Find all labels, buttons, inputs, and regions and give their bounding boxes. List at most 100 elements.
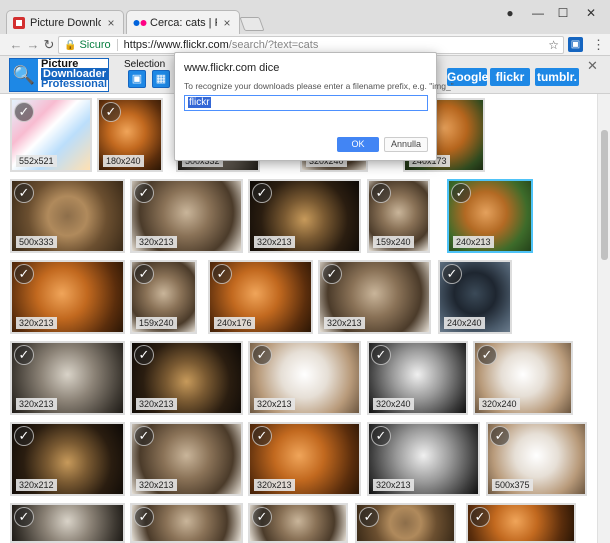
- tab-title: Picture Downloader Profe: [30, 16, 101, 29]
- select-checkmark-icon[interactable]: ✓: [14, 264, 34, 284]
- gallery-image-tile[interactable]: ✓ 320x213: [10, 341, 125, 415]
- gallery-image-tile[interactable]: ✓ 320x240: [473, 341, 573, 415]
- select-checkmark-icon[interactable]: ✓: [14, 183, 34, 203]
- gallery-image-tile[interactable]: ✓ 320x213: [10, 260, 125, 334]
- select-checkmark-icon[interactable]: ✓: [470, 507, 490, 527]
- url-path: /search/?text=cats: [228, 39, 319, 51]
- image-dimensions-label: 320x213: [136, 479, 177, 491]
- image-dimensions-label: 240x240: [444, 317, 485, 329]
- gallery-image-tile[interactable]: ✓ 320x213: [248, 422, 361, 496]
- select-checkmark-icon[interactable]: ✓: [371, 426, 391, 446]
- image-dimensions-label: 320x213: [16, 398, 57, 410]
- select-checkmark-icon[interactable]: ✓: [252, 507, 272, 527]
- bookmark-star-icon[interactable]: ☆: [548, 38, 559, 52]
- gallery-image-tile[interactable]: ✓ 500x333: [10, 179, 125, 253]
- back-arrow-icon[interactable]: ←: [8, 37, 24, 53]
- select-checkmark-icon[interactable]: ✓: [371, 183, 391, 203]
- select-checkmark-icon[interactable]: ✓: [101, 102, 121, 122]
- gallery-image-tile[interactable]: ✓: [130, 503, 243, 543]
- extension-close-icon[interactable]: ✕: [587, 58, 598, 74]
- select-checkmark-icon[interactable]: ✓: [134, 345, 154, 365]
- gallery-image-tile[interactable]: ✓ 320x240: [367, 341, 468, 415]
- picture-downloader-extension-icon[interactable]: ▣: [568, 37, 583, 52]
- select-checkmark-icon[interactable]: ✓: [490, 426, 510, 446]
- tab-strip: Picture Downloader Profe × Cerca: cats |…: [0, 0, 610, 34]
- gallery-image-tile[interactable]: ✓ 240x213: [447, 179, 533, 253]
- image-gallery: ✓552x521✓180x240✓500x332✓320x240✓240x173…: [0, 94, 597, 543]
- select-checkmark-icon[interactable]: ✓: [14, 102, 34, 122]
- tab-picture-downloader[interactable]: Picture Downloader Profe ×: [6, 10, 124, 34]
- maximize-icon[interactable]: ☐: [553, 5, 573, 21]
- gallery-image-tile[interactable]: ✓ 320x213: [318, 260, 431, 334]
- select-all-button[interactable]: ▣: [128, 70, 146, 88]
- reload-icon[interactable]: ↻: [41, 37, 57, 53]
- select-checkmark-icon[interactable]: ✓: [252, 183, 272, 203]
- flickr-service-button[interactable]: flickr: [490, 68, 530, 86]
- gallery-image-tile[interactable]: ✓ 500x375: [486, 422, 587, 496]
- gallery-image-tile[interactable]: ✓ 320x213: [367, 422, 480, 496]
- select-checkmark-icon[interactable]: ✓: [134, 264, 154, 284]
- select-checkmark-icon[interactable]: ✓: [14, 507, 34, 527]
- tab-title: Cerca: cats | Flickr: [150, 16, 217, 29]
- gallery-image-tile[interactable]: ✓: [466, 503, 576, 543]
- image-dimensions-label: 159x240: [136, 317, 177, 329]
- gallery-image-tile[interactable]: ✓ 159x240: [367, 179, 430, 253]
- vertical-scrollbar[interactable]: [597, 94, 610, 543]
- gallery-image-tile[interactable]: ✓: [248, 503, 348, 543]
- forward-arrow-icon[interactable]: →: [25, 37, 41, 53]
- gallery-image-tile[interactable]: ✓ 240x176: [208, 260, 313, 334]
- gallery-image-tile[interactable]: ✓ 320x213: [130, 179, 243, 253]
- select-checkmark-icon[interactable]: ✓: [252, 345, 272, 365]
- tab-close-icon[interactable]: ×: [221, 16, 233, 30]
- select-checkmark-icon[interactable]: ✓: [442, 264, 462, 284]
- image-dimensions-label: 320x240: [479, 398, 520, 410]
- gallery-image-tile[interactable]: ✓ 159x240: [130, 260, 197, 334]
- select-grid-button[interactable]: ▦: [152, 70, 170, 88]
- gallery-image-tile[interactable]: ✓ 320x213: [248, 179, 361, 253]
- tumblr-service-button[interactable]: tumblr.: [535, 68, 579, 86]
- image-dimensions-label: 240x176: [214, 317, 255, 329]
- lock-icon: 🔒: [64, 39, 77, 51]
- gallery-image-tile[interactable]: ✓ 180x240: [97, 98, 163, 172]
- chrome-menu-icon[interactable]: ⋮: [591, 37, 606, 52]
- user-profile-icon[interactable]: ●: [500, 5, 520, 21]
- select-checkmark-icon[interactable]: ✓: [451, 183, 471, 203]
- select-checkmark-icon[interactable]: ✓: [134, 183, 154, 203]
- gallery-image-tile[interactable]: ✓ 240x240: [438, 260, 512, 334]
- tab-flickr[interactable]: Cerca: cats | Flickr ×: [126, 10, 240, 34]
- select-checkmark-icon[interactable]: ✓: [371, 345, 391, 365]
- dialog-title: www.flickr.com dice: [184, 62, 280, 74]
- gallery-image-tile[interactable]: ✓: [10, 503, 125, 543]
- new-tab-button[interactable]: [239, 17, 265, 31]
- image-dimensions-label: 180x240: [103, 155, 144, 167]
- tab-close-icon[interactable]: ×: [105, 16, 117, 30]
- ok-button[interactable]: OK: [337, 137, 379, 152]
- select-checkmark-icon[interactable]: ✓: [322, 264, 342, 284]
- image-dimensions-label: 320x213: [324, 317, 365, 329]
- scrollbar-thumb[interactable]: [601, 130, 608, 260]
- select-checkmark-icon[interactable]: ✓: [212, 264, 232, 284]
- gallery-image-tile[interactable]: ✓ 320x213: [130, 341, 243, 415]
- filename-prefix-input[interactable]: flickr: [184, 95, 428, 111]
- select-checkmark-icon[interactable]: ✓: [477, 345, 497, 365]
- image-dimensions-label: 240x213: [453, 236, 494, 248]
- cancel-button[interactable]: Annulla: [384, 137, 428, 152]
- image-dimensions-label: 320x240: [373, 398, 414, 410]
- select-checkmark-icon[interactable]: ✓: [134, 507, 154, 527]
- select-checkmark-icon[interactable]: ✓: [14, 345, 34, 365]
- select-checkmark-icon[interactable]: ✓: [14, 426, 34, 446]
- omnibox-divider: [116, 39, 118, 51]
- select-checkmark-icon[interactable]: ✓: [134, 426, 154, 446]
- gallery-image-tile[interactable]: ✓ 552x521: [10, 98, 92, 172]
- close-window-icon[interactable]: ✕: [581, 5, 601, 21]
- gallery-image-tile[interactable]: ✓ 320x212: [10, 422, 125, 496]
- browser-window: Picture Downloader Profe × Cerca: cats |…: [0, 0, 610, 543]
- select-checkmark-icon[interactable]: ✓: [252, 426, 272, 446]
- gallery-image-tile[interactable]: ✓: [355, 503, 456, 543]
- minimize-icon[interactable]: —: [528, 5, 548, 21]
- gallery-image-tile[interactable]: ✓ 320x213: [248, 341, 361, 415]
- image-dimensions-label: 320x213: [16, 317, 57, 329]
- gallery-image-tile[interactable]: ✓ 320x213: [130, 422, 243, 496]
- image-dimensions-label: 320x213: [254, 236, 295, 248]
- select-checkmark-icon[interactable]: ✓: [359, 507, 379, 527]
